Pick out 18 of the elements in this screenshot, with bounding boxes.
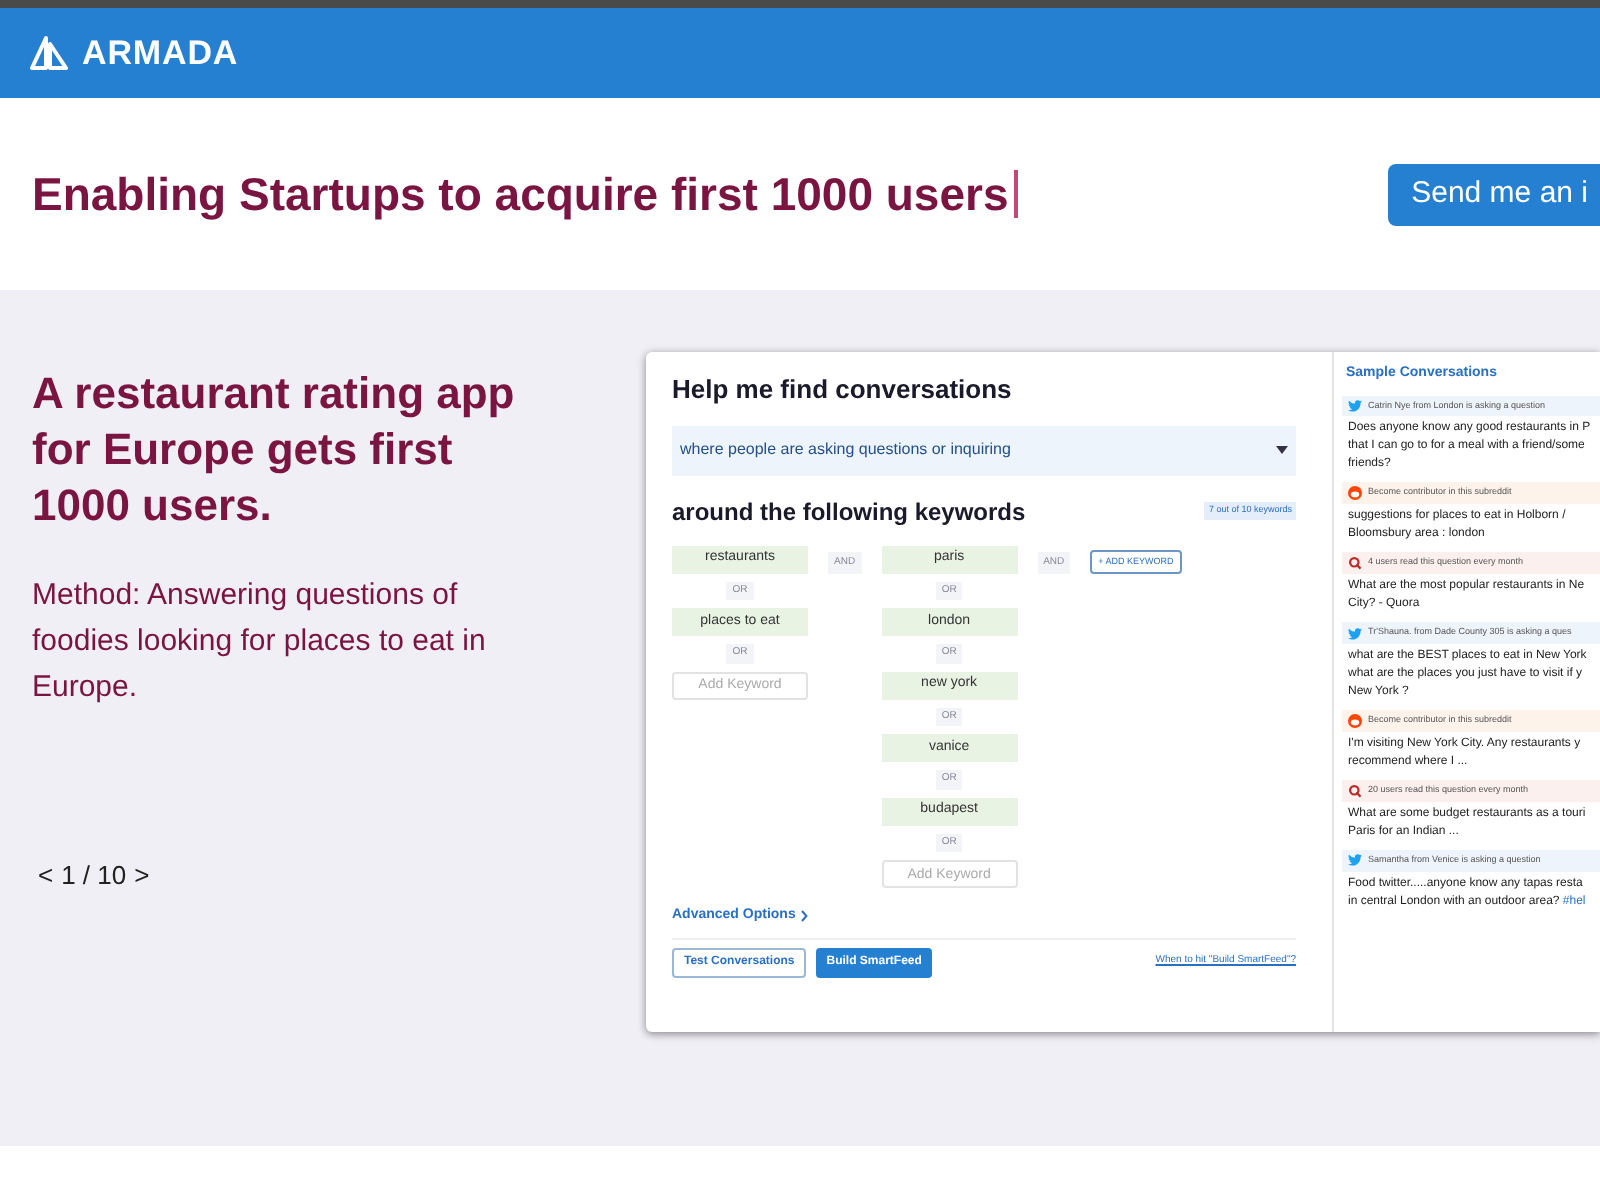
- sailboat-icon[interactable]: [30, 35, 70, 71]
- headline: Enabling Startups to acquire first 1000 users: [32, 165, 1009, 224]
- chevron-right-icon: [799, 910, 808, 923]
- previous-button[interactable]: <: [38, 856, 54, 895]
- text-cursor: [1014, 170, 1019, 218]
- next-button[interactable]: >: [134, 856, 150, 895]
- caret-icon: [1276, 446, 1288, 454]
- section-title: around the following keywords: [672, 495, 1026, 529]
- bird-icon: [1348, 854, 1362, 867]
- bird-icon: [1348, 627, 1362, 640]
- bird-icon: [1348, 399, 1362, 412]
- case-title: A restaurant rating app for Europe gets first 1000 users.: [32, 366, 517, 534]
- dropdown[interactable]: where people are asking questions or inquiring: [672, 425, 1296, 475]
- page-counter: 1 / 10: [61, 858, 127, 894]
- cta-button[interactable]: Send me an i: [1387, 163, 1600, 225]
- case-description: Method: Answering questions of foodies looking for places to eat in Europe.: [32, 576, 488, 708]
- section-title: Help me find conversations: [672, 372, 1014, 408]
- brand-name[interactable]: ARMADA: [82, 27, 239, 79]
